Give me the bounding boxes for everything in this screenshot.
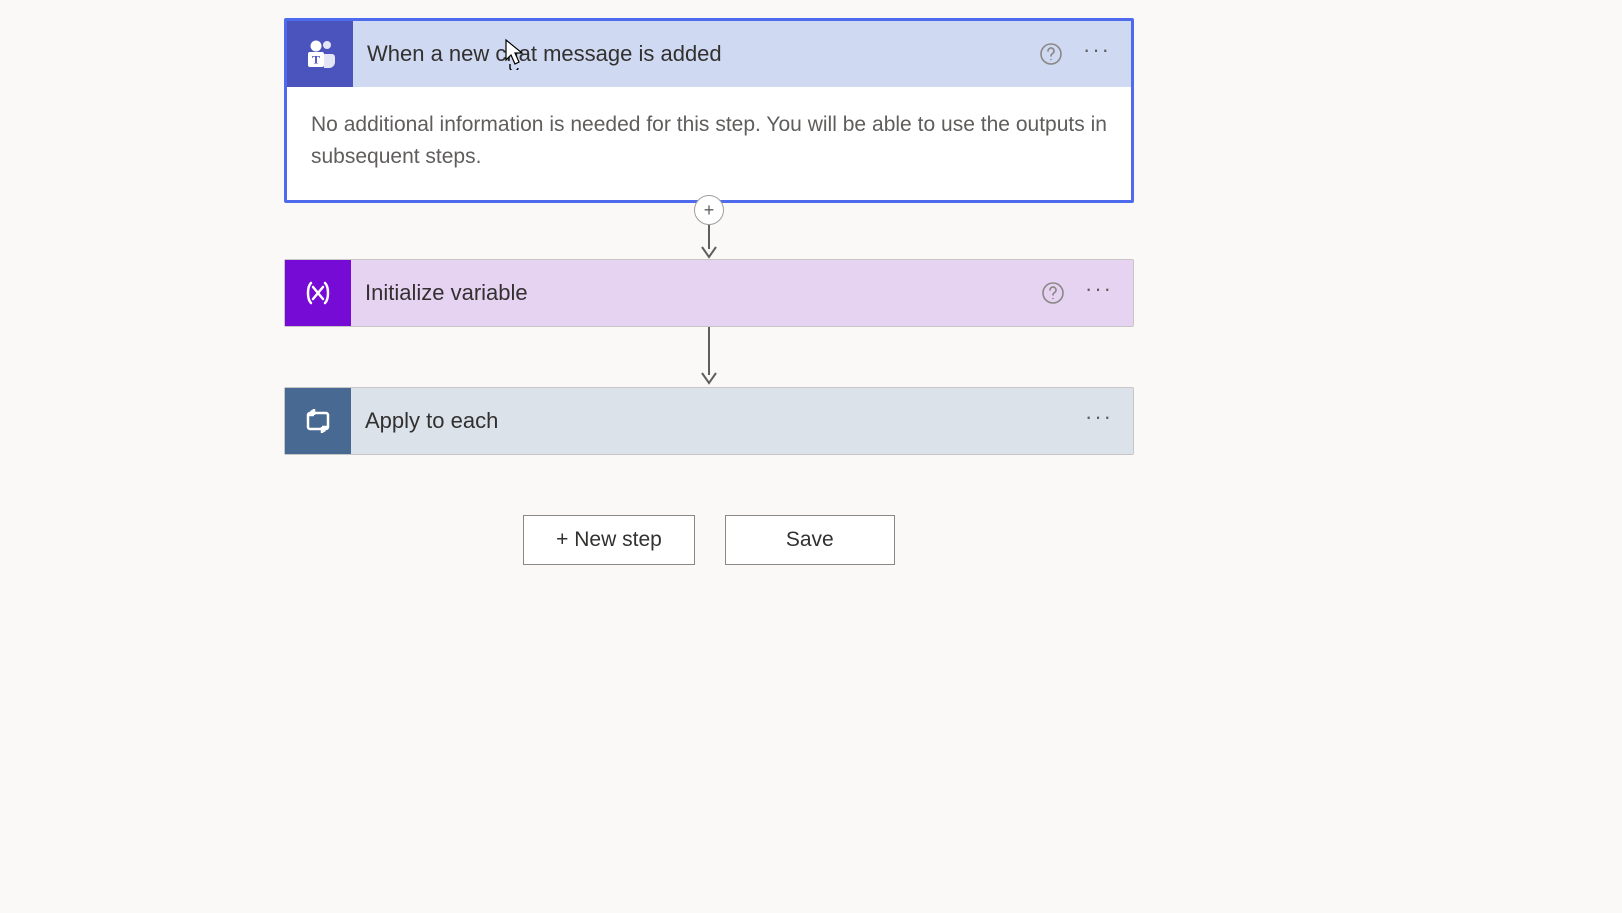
trigger-card[interactable]: T When a new chat message is added ··· N… (284, 18, 1134, 203)
help-icon[interactable] (1039, 42, 1063, 66)
new-step-button[interactable]: + New step (523, 515, 695, 565)
apply-header[interactable]: Apply to each ··· (285, 388, 1133, 454)
initialize-variable-card[interactable]: Initialize variable ··· (284, 259, 1134, 327)
help-icon[interactable] (1041, 281, 1065, 305)
arrow-down-icon (697, 327, 721, 387)
trigger-header[interactable]: T When a new chat message is added ··· (287, 21, 1131, 87)
arrow-down-icon (697, 219, 721, 259)
flow-designer: T When a new chat message is added ··· N… (284, 18, 1134, 565)
svg-text:T: T (312, 53, 320, 67)
more-icon[interactable]: ··· (1085, 278, 1113, 308)
more-icon[interactable]: ··· (1085, 406, 1113, 436)
variable-icon (285, 260, 351, 326)
apply-title: Apply to each (351, 408, 1085, 434)
trigger-body-text: No additional information is needed for … (287, 87, 1131, 200)
variable-header[interactable]: Initialize variable ··· (285, 260, 1133, 326)
more-icon[interactable]: ··· (1083, 39, 1111, 69)
connector-add: + (284, 203, 1134, 259)
footer-buttons: + New step Save (284, 515, 1134, 565)
trigger-actions: ··· (1039, 39, 1131, 69)
variable-actions: ··· (1041, 278, 1133, 308)
save-button[interactable]: Save (725, 515, 895, 565)
insert-step-button[interactable]: + (694, 195, 724, 225)
teams-icon: T (287, 21, 353, 87)
apply-to-each-card[interactable]: Apply to each ··· (284, 387, 1134, 455)
connector-line (284, 327, 1134, 387)
variable-title: Initialize variable (351, 280, 1041, 306)
apply-actions: ··· (1085, 406, 1133, 436)
loop-icon (285, 388, 351, 454)
trigger-title: When a new chat message is added (353, 41, 1039, 67)
